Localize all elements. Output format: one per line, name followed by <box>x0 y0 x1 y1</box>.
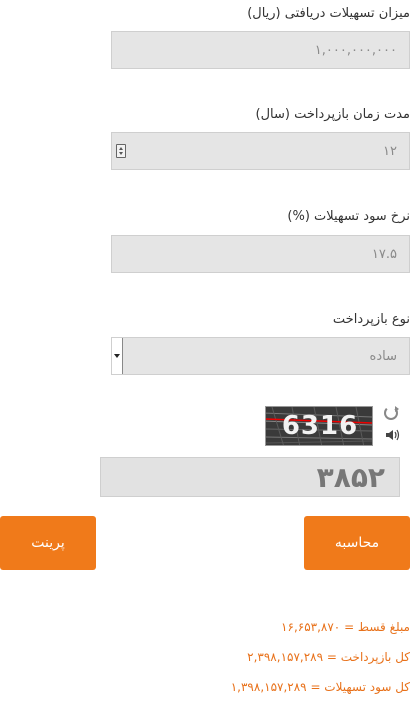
captcha-text: 6316 <box>281 411 359 441</box>
total-payment-result: کل بازپرداخت = ۲,۳۹۸,۱۵۷,۲۸۹ <box>247 650 410 664</box>
captcha-image: 6316 <box>265 406 373 446</box>
spinner-icon[interactable] <box>116 144 126 158</box>
duration-label: مدت زمان بازپرداخت (سال) <box>255 107 410 122</box>
rate-value: ۱۷.۵ <box>371 246 397 262</box>
amount-value: ۱,۰۰۰,۰۰۰,۰۰۰ <box>314 42 397 58</box>
captcha-input-value: ۳۸۵۲ <box>316 460 385 494</box>
type-label: نوع بازپرداخت <box>332 312 410 327</box>
duration-value: ۱۲ <box>383 143 397 159</box>
rate-input[interactable]: ۱۷.۵ <box>111 235 410 273</box>
speaker-icon[interactable] <box>384 428 400 442</box>
type-value: ساده <box>369 348 397 364</box>
type-select[interactable]: ساده <box>111 337 410 375</box>
captcha-input[interactable]: ۳۸۵۲ <box>100 457 400 497</box>
duration-input[interactable]: ۱۲ <box>111 132 410 170</box>
chevron-down-icon[interactable] <box>112 338 123 374</box>
amount-label: میزان تسهیلات دریافتی (ریال) <box>247 6 410 21</box>
print-button[interactable]: پرینت <box>0 516 96 570</box>
rate-label: نرخ سود تسهیلات (%) <box>287 209 410 224</box>
refresh-icon[interactable] <box>384 406 399 420</box>
installment-result: مبلغ قسط = ۱۶,۶۵۳,۸۷۰ <box>281 620 410 634</box>
total-interest-result: کل سود تسهیلات = ۱,۳۹۸,۱۵۷,۲۸۹ <box>230 680 410 694</box>
calculate-button[interactable]: محاسبه <box>304 516 410 570</box>
amount-input[interactable]: ۱,۰۰۰,۰۰۰,۰۰۰ <box>111 31 410 69</box>
